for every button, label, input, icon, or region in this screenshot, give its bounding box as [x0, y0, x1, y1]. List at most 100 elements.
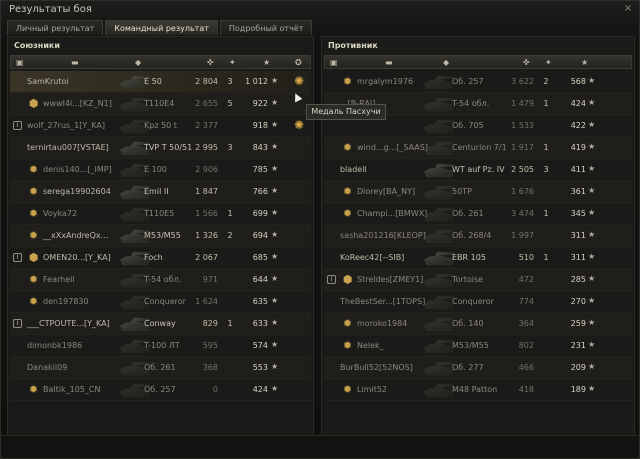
- tank-icon[interactable]: ◆: [135, 58, 141, 67]
- table-row[interactable]: Danakil09 Об. 261 368 553 ★: [10, 357, 311, 379]
- table-row[interactable]: KoReec42[--SIB] EBR 105 510 1 311 ★: [324, 247, 632, 269]
- rank-icon: ✹: [342, 383, 353, 396]
- tank-name: EBR 105: [452, 253, 486, 262]
- kills-icon[interactable]: ✦: [545, 58, 552, 67]
- table-row[interactable]: BurBull52[52NOS] Об. 277 466 209 ★: [324, 357, 632, 379]
- tank-name: T-100 ЛТ: [144, 341, 180, 350]
- table-row[interactable]: sasha201216[KLEOP] Об. 268/4 1 997 311 ★: [324, 225, 632, 247]
- damage-value: 368: [202, 363, 218, 372]
- player-name: Fearhell: [43, 275, 75, 284]
- player-icon[interactable]: ▬: [385, 58, 393, 67]
- table-row[interactable]: ✹ __xXxAndreQx... M53/M55 1 326 2 694 ★: [10, 225, 311, 247]
- tank-name: Conqueror: [452, 297, 494, 306]
- table-row[interactable]: SamKrutoi E 50 2 804 3 1 012 ★ ✺: [10, 71, 311, 93]
- tank-name: Tortoise: [452, 275, 484, 284]
- tank-name: M53/M55: [452, 341, 489, 350]
- tank-name: T-54 обл.: [144, 275, 182, 284]
- damage-value: 1 533: [511, 121, 534, 130]
- table-row[interactable]: ✹ serega19902604 Emil II 1 847 766 ★: [10, 181, 311, 203]
- xp-icon[interactable]: ★: [263, 58, 270, 67]
- tab-0[interactable]: Личный результат: [7, 20, 104, 35]
- table-row[interactable]: ✹ Voyka72 T110E5 1 566 1 699 ★: [10, 203, 311, 225]
- table-row[interactable]: ✹ Baltik_105_CN Об. 257 0 424 ★: [10, 379, 311, 401]
- table-row[interactable]: I ⬢ Streldes[ZMEY1] Tortoise 472 285 ★: [324, 269, 632, 291]
- table-row[interactable]: ✹ moroko1984 Об. 140 364 259 ★: [324, 313, 632, 335]
- tank-name: Об. 277: [452, 363, 484, 372]
- tank-name: Centurion 7/1: [452, 143, 507, 152]
- clan-icon: ⬢: [342, 273, 353, 286]
- xp-star-icon: ★: [271, 318, 279, 327]
- damage-value: 2 505: [511, 165, 534, 174]
- xp-value: 644: [252, 275, 268, 284]
- player-name: serega19902604: [43, 187, 111, 196]
- kills-icon[interactable]: ✦: [229, 58, 236, 67]
- kills-value: 1: [227, 319, 233, 328]
- xp-star-icon: ★: [588, 252, 596, 261]
- table-row[interactable]: ⬢ wwwl4i...[KZ_N1] T110E4 2 655 5 922 ★: [10, 93, 311, 115]
- table-row[interactable]: ✹ wind...g...[_SAAS] Centurion 7/1 1 917 1 41…: [324, 137, 632, 159]
- tank-name: E 100: [144, 165, 167, 174]
- table-row[interactable]: ✹ den197830 Conqueror 1 624 635 ★: [10, 291, 311, 313]
- xp-star-icon: ★: [271, 120, 279, 129]
- xp-value: 922: [252, 99, 268, 108]
- table-row[interactable]: I ⬢ OMEN20...[Y_KA] Foch 2 067 685 ★: [10, 247, 311, 269]
- damage-value: 472: [518, 275, 534, 284]
- xp-icon[interactable]: ★: [581, 58, 588, 67]
- tank-name: Об. 261: [452, 209, 484, 218]
- tab-2[interactable]: Подробный отчёт: [219, 20, 313, 35]
- damage-value: 2 995: [195, 143, 218, 152]
- player-icon[interactable]: ▬: [71, 58, 79, 67]
- medal-icon[interactable]: ✺: [292, 74, 306, 88]
- xp-value: 694: [252, 231, 268, 240]
- damage-icon[interactable]: ✜: [207, 58, 214, 67]
- player-name: mrgalym1976: [357, 77, 414, 86]
- bottom-bar: [1, 435, 639, 458]
- close-button[interactable]: ×: [623, 4, 633, 14]
- xp-value: 419: [570, 143, 586, 152]
- table-row[interactable]: TheBestSer...[1TOPS] Conqueror 774 270 ★: [324, 291, 632, 313]
- damage-value: 1 917: [511, 143, 534, 152]
- xp-value: 270: [570, 297, 586, 306]
- table-row[interactable]: ✹ Limit52 M48 Patton 418 189 ★: [324, 379, 632, 401]
- table-row[interactable]: ternirtau007[VSTAE] TVP T 50/51 2 995 3 843 ★: [10, 137, 311, 159]
- table-row[interactable]: dimonbk1986 T-100 ЛТ 595 574 ★: [10, 335, 311, 357]
- xp-star-icon: ★: [588, 186, 596, 195]
- table-row[interactable]: ✹ Fearhell T-54 обл. 971 644 ★: [10, 269, 311, 291]
- table-row[interactable]: ✹ Diorey[BA_NY] 50TP 1 676 361 ★: [324, 181, 632, 203]
- damage-value: 3 474: [511, 209, 534, 218]
- player-name: TheBestSer...[1TOPS]: [340, 297, 426, 306]
- allies-list: SamKrutoi E 50 2 804 3 1 012 ★ ✺ ⬢ wwwl4i...[KZ_…: [10, 71, 311, 401]
- xp-star-icon: ★: [588, 274, 596, 283]
- tank-name: Emil II: [144, 187, 169, 196]
- platoon-icon[interactable]: ▣: [16, 58, 24, 67]
- damage-value: 466: [518, 363, 534, 372]
- allies-panel: Союзники ▣ ▬ ◆ ✜ ✦ ★ ✪ SamKrutoi E 50 2 80…: [7, 36, 314, 436]
- rank-icon: ✹: [28, 185, 39, 198]
- damage-icon[interactable]: ✜: [523, 58, 530, 67]
- damage-value: 2 377: [195, 121, 218, 130]
- table-row[interactable]: ✹ denis140...[_IMP] E 100 2 906 785 ★: [10, 159, 311, 181]
- table-row[interactable]: Iwolf_27rus_1[Y_KA] Kpz 50 t 2 377 918 ★ ✺: [10, 115, 311, 137]
- tank-icon[interactable]: ◆: [443, 58, 449, 67]
- xp-value: 411: [570, 165, 586, 174]
- damage-value: 971: [202, 275, 218, 284]
- player-name: SamKrutoi: [27, 77, 69, 86]
- table-row[interactable]: I ___CTPOUTE...[Y_KA] Conway 829 1 633 ★: [10, 313, 311, 335]
- tank-name: Об. 257: [452, 77, 484, 86]
- medal-icon[interactable]: ✺: [292, 118, 306, 132]
- kills-value: 3: [543, 165, 549, 174]
- tank-icon: [424, 273, 454, 288]
- table-row[interactable]: ✹ Champi...[BMWX] Об. 261 3 474 1 345 ★: [324, 203, 632, 225]
- tab-1[interactable]: Командный результат: [105, 20, 218, 35]
- tank-name: Conway: [144, 319, 176, 328]
- platoon-icon[interactable]: ▣: [330, 58, 338, 67]
- medal-icon[interactable]: ✪: [295, 58, 302, 67]
- table-row[interactable]: bladell WT auf Pz. IV 2 505 3 411 ★: [324, 159, 632, 181]
- kills-value: 1: [227, 209, 233, 218]
- tank-name: Об. 705: [452, 121, 484, 130]
- damage-value: 1 326: [195, 231, 218, 240]
- table-row[interactable]: ✹ Nelek_ M53/M55 802 231 ★: [324, 335, 632, 357]
- battle-results-window: Результаты боя × Личный результат Командн…: [0, 0, 640, 459]
- player-name: Baltik_105_CN: [43, 385, 101, 394]
- table-row[interactable]: ✹ mrgalym1976 Об. 257 3 622 2 568 ★: [324, 71, 632, 93]
